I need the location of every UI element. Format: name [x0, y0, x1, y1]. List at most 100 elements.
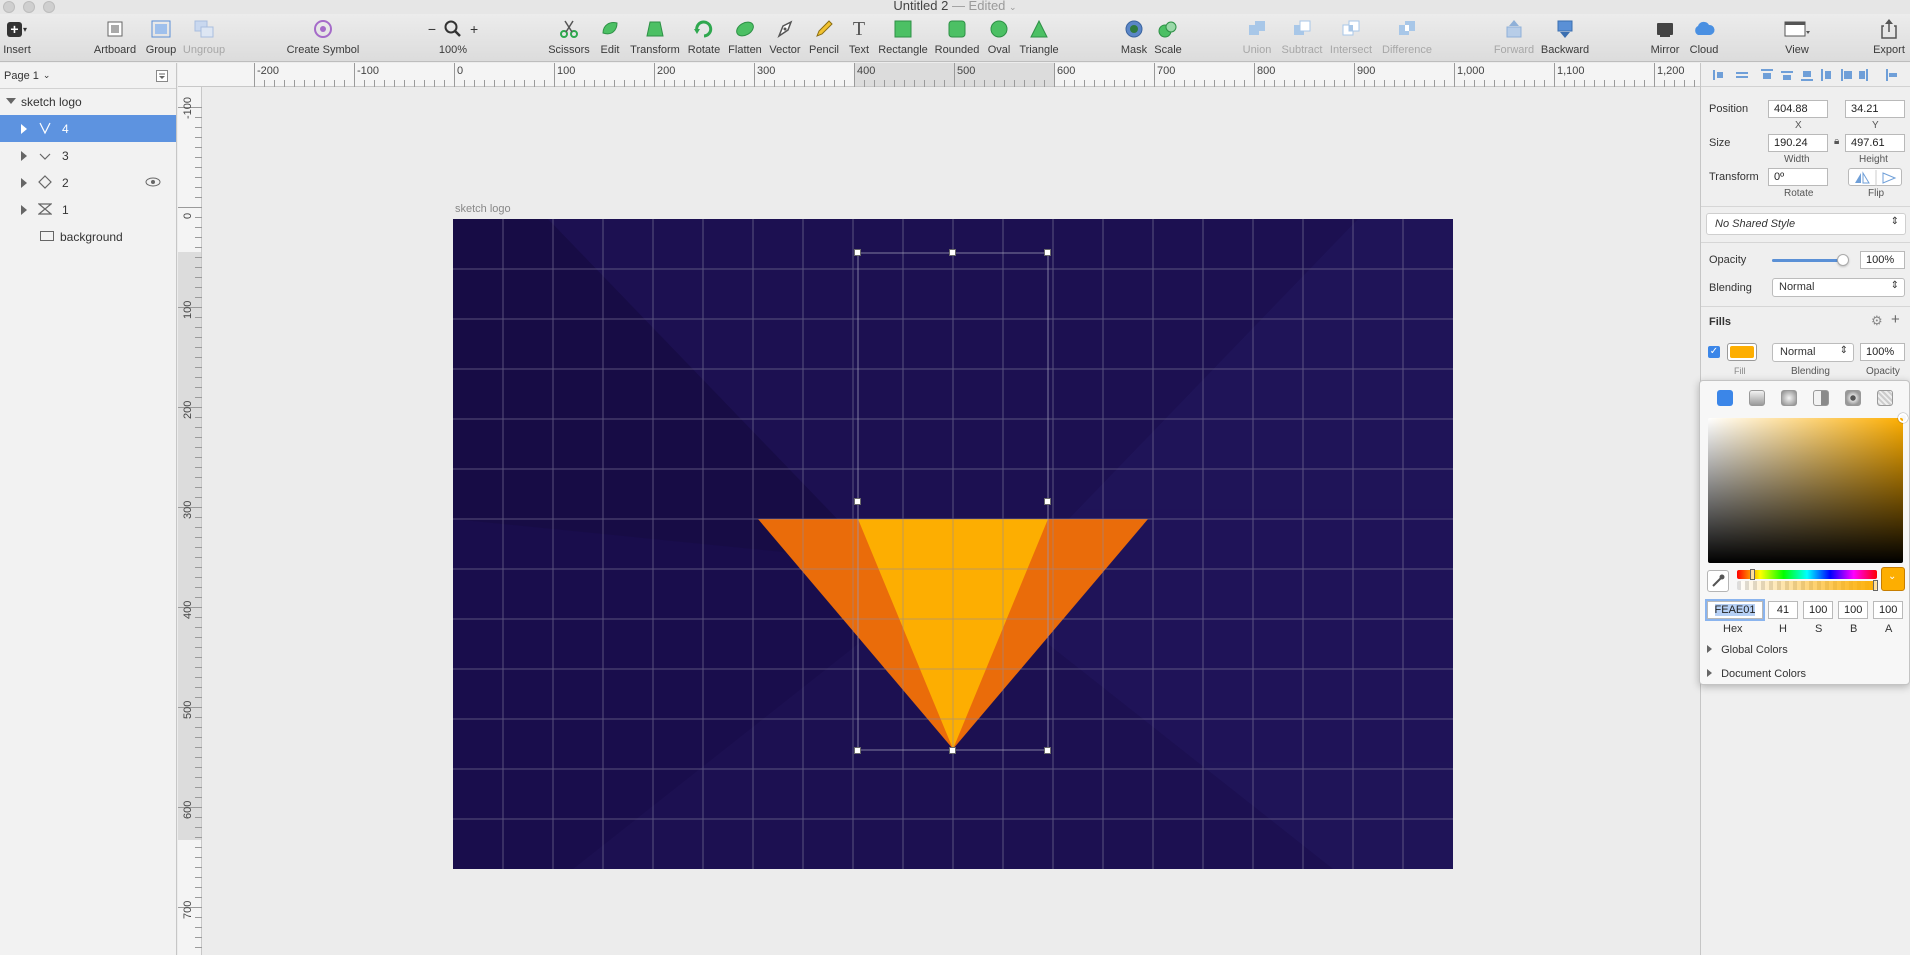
flat-color-icon[interactable] — [1717, 390, 1733, 406]
fill-settings-gear-icon[interactable]: ⚙︎ — [1871, 313, 1883, 329]
scale-button[interactable]: Scale — [1153, 18, 1183, 62]
backward-button[interactable]: Backward — [1541, 18, 1589, 62]
layer-shape-2[interactable]: 2 — [0, 169, 176, 196]
flatten-button[interactable]: Flatten — [726, 18, 764, 62]
expanded-disclosure-icon[interactable] — [6, 98, 16, 104]
color-selector-knob[interactable] — [1898, 413, 1908, 423]
global-colors-section[interactable]: Global Colors — [1707, 644, 1902, 660]
flip-horizontal-icon-mirror[interactable] — [1862, 171, 1870, 184]
group-button[interactable]: Group — [144, 18, 178, 62]
mirror-button[interactable]: Mirror — [1648, 18, 1682, 62]
opacity-input[interactable]: 100% — [1860, 251, 1905, 269]
artboard-title[interactable]: sketch logo — [455, 203, 511, 215]
rectangle-button[interactable]: Rectangle — [878, 18, 928, 62]
resize-handle-right[interactable] — [1044, 498, 1051, 505]
union-button[interactable]: Union — [1240, 18, 1274, 62]
disclosure-icon[interactable] — [21, 123, 27, 134]
resize-handle-bottom-left[interactable] — [854, 747, 861, 754]
pattern-fill-icon[interactable] — [1845, 390, 1861, 406]
forward-button[interactable]: Forward — [1492, 18, 1536, 62]
add-fill-plus-icon[interactable]: + — [1891, 311, 1900, 328]
zoom-control[interactable]: − + 100% — [424, 18, 482, 62]
difference-button[interactable]: Difference — [1378, 18, 1436, 62]
shared-style-select[interactable]: No Shared Style ⇕ — [1706, 213, 1906, 235]
hue-slider[interactable] — [1737, 569, 1877, 580]
fill-blending-select[interactable]: Normal ⇕ — [1772, 343, 1854, 362]
ruler-label: 200 — [657, 65, 676, 77]
layer-shape-4[interactable]: 4 — [0, 115, 176, 142]
width-input[interactable]: 190.24 — [1768, 134, 1828, 152]
edit-button[interactable]: Edit — [596, 18, 624, 62]
lock-ratio-icon[interactable]: 🔒︎ — [1834, 136, 1839, 147]
radial-gradient-icon[interactable] — [1781, 390, 1797, 406]
eyedropper-button[interactable] — [1707, 570, 1729, 592]
view-button[interactable]: View — [1780, 18, 1814, 62]
linear-gradient-icon[interactable] — [1749, 390, 1765, 406]
zoom-out-icon[interactable]: − — [428, 21, 436, 37]
text-button[interactable]: T Text — [846, 18, 872, 62]
resize-handle-top[interactable] — [949, 249, 956, 256]
cloud-button[interactable]: Cloud — [1688, 18, 1720, 62]
document-colors-section[interactable]: Document Colors — [1707, 668, 1902, 684]
alpha-slider-knob[interactable] — [1873, 580, 1878, 591]
artboard-button[interactable]: Artboard — [92, 18, 138, 62]
brightness-input[interactable]: 100 — [1838, 601, 1868, 619]
opacity-slider[interactable] — [1772, 254, 1849, 266]
disclosure-icon[interactable] — [21, 204, 27, 215]
saturation-input[interactable]: 100 — [1803, 601, 1833, 619]
position-x-input[interactable]: 404.88 — [1768, 100, 1828, 118]
export-button[interactable]: Export — [1871, 18, 1907, 62]
subtract-button[interactable]: Subtract — [1280, 18, 1324, 62]
flip-vertical-icon[interactable] — [1882, 172, 1897, 184]
disclosure-icon[interactable] — [21, 150, 27, 161]
rotate-input[interactable]: 0º — [1768, 168, 1828, 186]
ungroup-button[interactable]: Ungroup — [182, 18, 226, 62]
flip-horizontal-icon[interactable] — [1855, 173, 1861, 183]
layer-artboard-sketch-logo[interactable]: sketch logo — [0, 89, 176, 115]
hue-input[interactable]: 41 — [1768, 601, 1798, 619]
hue-slider-knob[interactable] — [1750, 569, 1756, 580]
collapse-layers-icon[interactable] — [156, 70, 168, 82]
resize-handle-bottom-right[interactable] — [1044, 747, 1051, 754]
position-y-input[interactable]: 34.21 — [1845, 100, 1905, 118]
mask-button[interactable]: Mask — [1120, 18, 1148, 62]
hex-input[interactable]: FEAE01 — [1707, 601, 1763, 619]
resize-handle-left[interactable] — [854, 498, 861, 505]
transform-button[interactable]: Transform — [629, 18, 681, 62]
rotate-button[interactable]: Rotate — [686, 18, 722, 62]
angular-gradient-icon[interactable] — [1813, 390, 1829, 406]
saturation-brightness-area[interactable] — [1708, 413, 1908, 563]
alpha-slider[interactable] — [1737, 580, 1878, 591]
eye-visibility-icon[interactable] — [145, 177, 161, 187]
alpha-input[interactable]: 100 — [1873, 601, 1903, 619]
noise-fill-icon[interactable] — [1877, 390, 1893, 406]
layer-shape-3[interactable]: 3 — [0, 142, 176, 169]
pencil-button[interactable]: Pencil — [807, 18, 841, 62]
layer-shape-1[interactable]: 1 — [0, 196, 176, 223]
zoom-in-icon[interactable]: + — [470, 21, 478, 37]
insert-button[interactable]: + ▾ Insert — [2, 18, 32, 62]
triangle-button[interactable]: Triangle — [1018, 18, 1060, 62]
page-selector[interactable]: Page 1 ⌄ — [0, 63, 176, 89]
vector-button[interactable]: Vector — [767, 18, 803, 62]
artboard-sketch-logo[interactable] — [453, 219, 1453, 869]
blending-select[interactable]: Normal ⇕ — [1772, 278, 1905, 297]
disclosure-icon[interactable] — [21, 177, 27, 188]
resize-handle-top-right[interactable] — [1044, 249, 1051, 256]
fill-enabled-checkbox[interactable]: ✓ — [1708, 346, 1720, 358]
oval-button[interactable]: Oval — [985, 18, 1013, 62]
layer-background[interactable]: background — [0, 223, 176, 250]
color-preview-swatch[interactable]: ⌄ — [1881, 567, 1905, 591]
scale-icon — [1157, 18, 1179, 40]
fill-opacity-input[interactable]: 100% — [1860, 343, 1905, 361]
intersect-button[interactable]: Intersect — [1328, 18, 1374, 62]
height-input[interactable]: 497.61 — [1845, 134, 1905, 152]
resize-handle-bottom[interactable] — [949, 747, 956, 754]
fill-color-swatch[interactable] — [1727, 343, 1757, 361]
rounded-button[interactable]: Rounded — [935, 18, 979, 62]
opacity-slider-knob[interactable] — [1836, 254, 1849, 266]
create-symbol-button[interactable]: Create Symbol — [285, 18, 361, 62]
scissors-button[interactable]: Scissors — [548, 18, 590, 62]
resize-handle-top-left[interactable] — [854, 249, 861, 256]
title-menu-chevron-icon[interactable]: ⌄ — [1009, 2, 1017, 12]
